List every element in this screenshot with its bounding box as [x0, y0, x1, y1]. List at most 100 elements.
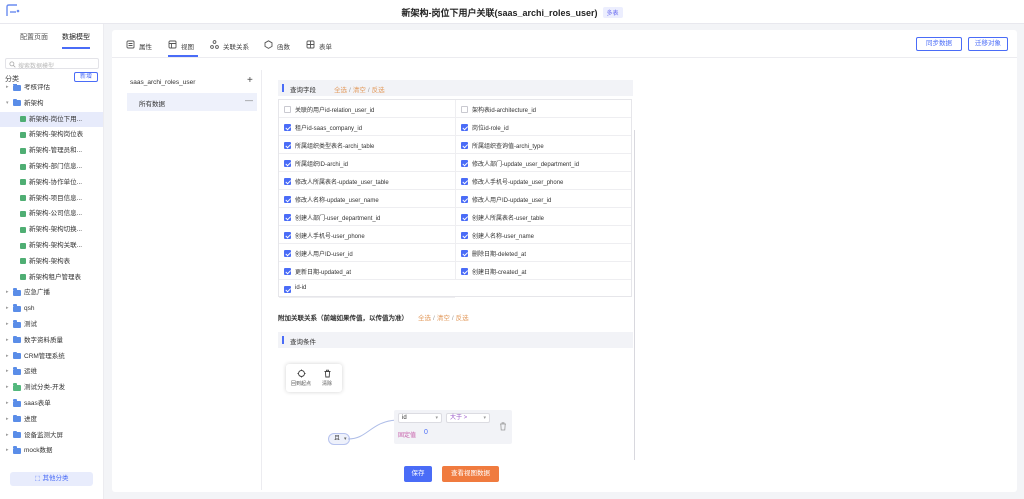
- select-all-link[interactable]: 全选: [334, 87, 347, 94]
- query-field-item[interactable]: 修改人用户ID-update_user_id: [455, 190, 631, 208]
- tree-folder[interactable]: ▸ qsh: [0, 301, 103, 316]
- query-field-item[interactable]: 所属组织查询值-archi_type: [455, 136, 631, 154]
- query-field-item[interactable]: id-id: [279, 280, 455, 298]
- field-checkbox[interactable]: [461, 105, 468, 113]
- query-field-item[interactable]: 创建人部门-user_department_id: [279, 208, 455, 226]
- query-field-item[interactable]: 岗位id-role_id: [455, 118, 631, 136]
- tree-table-item[interactable]: 新架构-架构关联...: [0, 238, 103, 253]
- query-field-item[interactable]: 修改人名称-update_user_name: [279, 190, 455, 208]
- condition-value[interactable]: 0: [424, 429, 428, 436]
- field-checkbox[interactable]: [461, 177, 468, 185]
- view-item-all-data[interactable]: 所有数据 —: [127, 93, 257, 111]
- chevron-right-icon[interactable]: ▸: [6, 364, 9, 379]
- query-field-item[interactable]: 创建日期-created_at: [455, 262, 631, 280]
- query-field-item[interactable]: 租户id-saas_company_id: [279, 118, 455, 136]
- sync-data-button[interactable]: 同步数据: [916, 37, 962, 51]
- other-category-button[interactable]: ⬚ 其他分类: [10, 472, 93, 486]
- field-checkbox[interactable]: [461, 267, 468, 275]
- tree-folder[interactable]: ▸ 考核评估: [0, 84, 103, 95]
- tree-table-item[interactable]: 新架构-协作单位...: [0, 175, 103, 190]
- delete-condition-icon[interactable]: [499, 422, 507, 431]
- chevron-right-icon[interactable]: ▸: [6, 380, 9, 395]
- tab-config-pages[interactable]: 配置页面: [20, 32, 48, 42]
- view-data-button[interactable]: 查看视图数据: [442, 466, 499, 482]
- query-field-item[interactable]: 创建人名称-user_name: [455, 226, 631, 244]
- query-field-item[interactable]: 创建人用户ID-user_id: [279, 244, 455, 262]
- tree-table-item[interactable]: 新架构-部门信息...: [0, 159, 103, 174]
- chevron-right-icon[interactable]: ▸: [6, 317, 9, 332]
- tree-table-item[interactable]: 新架构-架构表: [0, 254, 103, 269]
- clear-link[interactable]: 清空: [437, 315, 450, 322]
- tree-folder[interactable]: ▸ 运维: [0, 364, 103, 379]
- chevron-right-icon[interactable]: ▸: [6, 412, 9, 427]
- tree-table-item[interactable]: 新架构-架构切换...: [0, 222, 103, 237]
- chevron-right-icon[interactable]: ▸: [6, 84, 9, 95]
- chevron-right-icon[interactable]: ▸: [6, 301, 9, 316]
- field-checkbox[interactable]: [461, 159, 468, 167]
- chevron-right-icon[interactable]: ▸: [6, 349, 9, 364]
- add-category-button[interactable]: 新增: [74, 72, 98, 82]
- tree-table-item[interactable]: 新架构-公司信息...: [0, 206, 103, 221]
- clear-link[interactable]: 清空: [353, 87, 366, 94]
- chevron-right-icon[interactable]: ▸: [6, 396, 9, 411]
- tree-folder[interactable]: ▸ 数字资料质量: [0, 333, 103, 348]
- field-checkbox[interactable]: [461, 195, 468, 203]
- tree-folder[interactable]: ▸ saas表单: [0, 396, 103, 411]
- tree-table-item[interactable]: 新架构-项目信息...: [0, 191, 103, 206]
- tree-folder[interactable]: ▸ CRM管理系统: [0, 349, 103, 364]
- tree-table-item[interactable]: 新架构-岗位下用...: [0, 111, 103, 127]
- query-field-item[interactable]: 关联的用户id-relation_user_id: [279, 100, 455, 118]
- field-checkbox[interactable]: [284, 177, 291, 185]
- field-checkbox[interactable]: [284, 285, 291, 293]
- query-field-item[interactable]: 修改人部门-update_user_department_id: [455, 154, 631, 172]
- field-checkbox[interactable]: [461, 213, 468, 221]
- invert-link[interactable]: 反选: [456, 315, 469, 322]
- query-field-item[interactable]: 更新日期-updated_at: [279, 262, 455, 280]
- model-search-input[interactable]: 搜索数据模型: [5, 58, 99, 70]
- field-checkbox[interactable]: [284, 141, 291, 149]
- field-checkbox[interactable]: [284, 159, 291, 167]
- select-all-link[interactable]: 全选: [418, 315, 431, 322]
- tree-folder[interactable]: ▸ 测试分类-开发: [0, 380, 103, 395]
- tree-folder[interactable]: ▸ mock数据: [0, 443, 103, 458]
- chevron-right-icon[interactable]: ▸: [6, 285, 9, 300]
- migrate-object-button[interactable]: 迁移对象: [968, 37, 1008, 51]
- value-type-select[interactable]: 固定值: [398, 430, 416, 439]
- query-field-item[interactable]: 所属组织ID-archi_id: [279, 154, 455, 172]
- operator-select[interactable]: 大于 > ▾: [446, 413, 490, 423]
- query-field-item[interactable]: 所属组织类型表名-archi_table: [279, 136, 455, 154]
- field-checkbox[interactable]: [461, 123, 468, 131]
- field-checkbox[interactable]: [284, 231, 291, 239]
- chevron-right-icon[interactable]: ▸: [6, 428, 9, 443]
- query-field-item[interactable]: 删除日期-deleted_at: [455, 244, 631, 262]
- field-checkbox[interactable]: [461, 141, 468, 149]
- query-field-item[interactable]: 创建人手机号-user_phone: [279, 226, 455, 244]
- logic-operator-select[interactable]: 且 ▾: [328, 433, 350, 445]
- tree-folder[interactable]: ▸ 应急广播: [0, 285, 103, 300]
- query-field-item[interactable]: 修改人所属表名-update_user_table: [279, 172, 455, 190]
- vertical-scrollbar[interactable]: [634, 130, 635, 460]
- field-checkbox[interactable]: [461, 249, 468, 257]
- field-select[interactable]: id ▾: [398, 413, 442, 423]
- tab-data-model[interactable]: 数据模型: [62, 32, 90, 42]
- query-field-item[interactable]: 修改人手机号-update_user_phone: [455, 172, 631, 190]
- field-checkbox[interactable]: [284, 123, 291, 131]
- tree-folder[interactable]: ▸ 进度: [0, 412, 103, 427]
- field-checkbox[interactable]: [284, 249, 291, 257]
- query-field-item[interactable]: 架构表id-architecture_id: [455, 100, 631, 118]
- tree-folder[interactable]: ▾ 新架构: [0, 96, 103, 111]
- tree-table-item[interactable]: 新架构租户管理表: [0, 270, 103, 285]
- field-checkbox[interactable]: [284, 195, 291, 203]
- tree-folder[interactable]: ▸ 设备监测大屏: [0, 428, 103, 443]
- field-checkbox[interactable]: [461, 231, 468, 239]
- chevron-right-icon[interactable]: ▸: [6, 333, 9, 348]
- clear-conditions-button[interactable]: 清除: [315, 369, 339, 387]
- field-checkbox[interactable]: [284, 105, 291, 113]
- save-button[interactable]: 保存: [404, 466, 432, 482]
- view-item-menu-icon[interactable]: —: [245, 96, 253, 105]
- field-checkbox[interactable]: [284, 213, 291, 221]
- query-field-item[interactable]: 创建人所属表名-user_table: [455, 208, 631, 226]
- chevron-right-icon[interactable]: ▸: [6, 443, 9, 458]
- tree-folder[interactable]: ▸ 测试: [0, 317, 103, 332]
- tree-table-item[interactable]: 新架构-架构岗位表: [0, 127, 103, 142]
